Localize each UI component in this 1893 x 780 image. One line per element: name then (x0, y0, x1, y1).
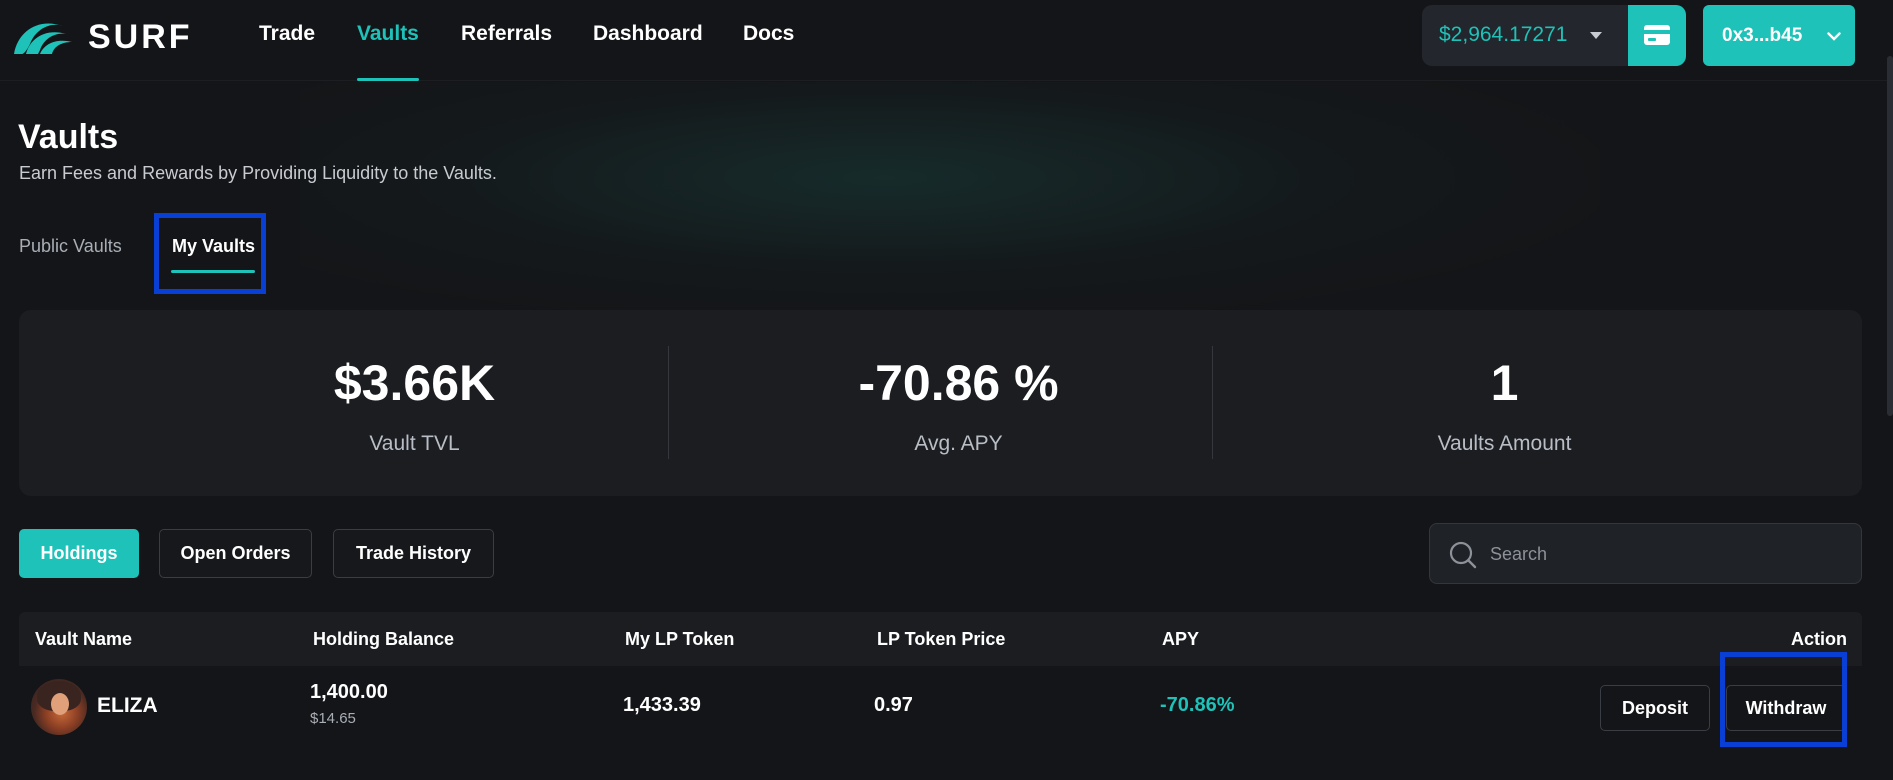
stat-label: Vault TVL (369, 432, 460, 455)
filter-open-orders-button[interactable]: Open Orders (159, 529, 312, 578)
nav-referrals[interactable]: Referrals (461, 22, 552, 46)
vault-avatar (31, 679, 87, 735)
column-vault-name: Vault Name (35, 629, 133, 649)
tab-active-indicator (171, 270, 255, 273)
table-row: ELIZA 1,400.00 $14.65 1,433.39 0.97 -70.… (19, 666, 1862, 750)
card-icon (1644, 25, 1670, 45)
balance-value: $2,964.17271 (1439, 23, 1568, 46)
scrollbar[interactable] (1887, 56, 1893, 416)
withdraw-button[interactable]: Withdraw (1726, 685, 1846, 731)
brand-name: SURF (88, 18, 193, 56)
search-box[interactable] (1429, 523, 1862, 584)
stat-avg-apy: -70.86 % Avg. APY (686, 310, 1231, 496)
lp-token-amount: 1,433.39 (623, 694, 701, 716)
column-action: Action (1791, 629, 1847, 649)
stat-value: $3.66K (333, 355, 496, 411)
surf-logo[interactable]: SURF (12, 16, 202, 56)
filter-holdings-button[interactable]: Holdings (19, 529, 139, 578)
search-icon (1449, 541, 1477, 569)
stat-divider (1212, 346, 1213, 459)
wave-logo-icon (14, 23, 72, 54)
column-lp-token-price: LP Token Price (877, 629, 1006, 649)
nav-dashboard[interactable]: Dashboard (593, 22, 703, 46)
nav-docs[interactable]: Docs (743, 22, 794, 46)
column-my-lp-token: My LP Token (625, 629, 735, 649)
stat-divider (668, 346, 669, 459)
tab-public-vaults[interactable]: Public Vaults (19, 236, 122, 257)
holding-balance-usd: $14.65 (310, 710, 356, 727)
wallet-button[interactable] (1628, 5, 1686, 66)
chevron-down-icon (1827, 32, 1841, 41)
account-button[interactable]: 0x3...b45 (1703, 5, 1855, 66)
page-title: Vaults (18, 118, 119, 156)
background-glow (300, 82, 1600, 322)
lp-token-price: 0.97 (874, 694, 913, 716)
stat-vaults-amount: 1 Vaults Amount (1232, 310, 1777, 496)
nav-vaults[interactable]: Vaults (357, 22, 419, 46)
top-nav: SURF Trade Vaults Referrals Dashboard Do… (0, 0, 1893, 81)
stats-card: $3.66K Vault TVL -70.86 % Avg. APY 1 Vau… (19, 310, 1862, 496)
holding-balance: 1,400.00 (310, 681, 388, 703)
nav-trade[interactable]: Trade (259, 22, 315, 46)
page-subtitle: Earn Fees and Rewards by Providing Liqui… (19, 163, 497, 183)
deposit-button[interactable]: Deposit (1600, 685, 1710, 731)
search-input[interactable] (1490, 538, 1840, 570)
tab-my-vaults[interactable]: My Vaults (172, 236, 255, 257)
apy-value: -70.86% (1160, 694, 1235, 716)
stat-label: Vaults Amount (1437, 432, 1572, 455)
table-header: Vault Name Holding Balance My LP Token L… (19, 612, 1862, 666)
column-apy: APY (1162, 629, 1200, 649)
filter-trade-history-button[interactable]: Trade History (333, 529, 494, 578)
stat-value: 1 (1490, 355, 1519, 411)
stat-label: Avg. APY (914, 432, 1003, 455)
vault-name[interactable]: ELIZA (97, 694, 158, 718)
account-address: 0x3...b45 (1722, 25, 1803, 46)
stat-vault-tvl: $3.66K Vault TVL (142, 310, 687, 496)
stat-value: -70.86 % (858, 355, 1059, 411)
nav-active-indicator (357, 78, 419, 81)
caret-down-icon (1590, 32, 1602, 39)
column-holding-balance: Holding Balance (313, 629, 455, 649)
